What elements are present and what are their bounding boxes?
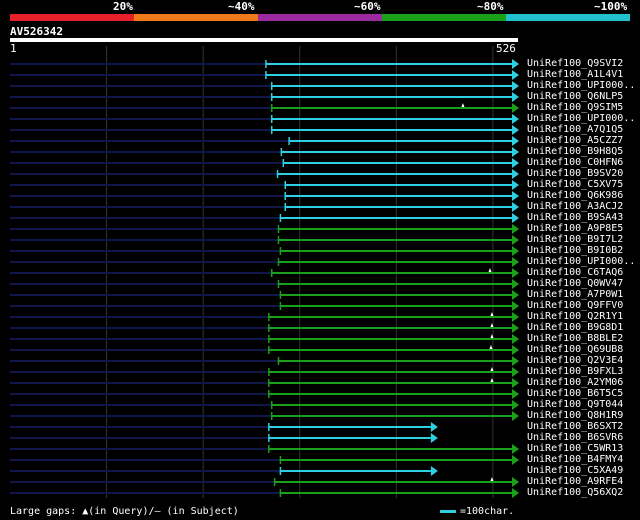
query-gap-marker (461, 103, 465, 107)
hit-label[interactable]: UniRef100_Q2R1Y1 (527, 311, 623, 322)
hit-arrow (512, 488, 519, 498)
hit-label[interactable]: UniRef100_Q0WV47 (527, 278, 623, 289)
hit-arrow (512, 125, 519, 135)
hit-label[interactable]: UniRef100_A7P0W1 (527, 289, 623, 300)
hit-label[interactable]: UniRef100_Q6K986 (527, 190, 623, 201)
hit-arrow (512, 246, 519, 256)
hit-label[interactable]: UniRef100_UPI000.. (527, 80, 635, 91)
hit-label[interactable]: UniRef100_C5XA49 (527, 465, 623, 476)
hit-label[interactable]: UniRef100_C0HFN6 (527, 157, 623, 168)
hit-arrow (512, 312, 519, 322)
hit-label[interactable]: UniRef100_Q6NLP5 (527, 91, 623, 102)
hit-label[interactable]: UniRef100_C5WR13 (527, 443, 623, 454)
hit-arrow (512, 356, 519, 366)
hit-arrow (512, 147, 519, 157)
hit-arrow (512, 213, 519, 223)
hit-arrow (512, 444, 519, 454)
hit-arrow (512, 367, 519, 377)
hit-label[interactable]: UniRef100_A9P8E5 (527, 223, 623, 234)
hit-label[interactable]: UniRef100_B9SA43 (527, 212, 623, 223)
hit-arrow (512, 191, 519, 201)
hit-label[interactable]: UniRef100_B9I0B2 (527, 245, 623, 256)
hit-arrow (430, 422, 438, 432)
hit-arrow (512, 345, 519, 355)
query-gap-marker (489, 345, 493, 349)
hit-label[interactable]: UniRef100_Q9SIM5 (527, 102, 623, 113)
hit-label[interactable]: UniRef100_A2YM06 (527, 377, 623, 388)
hit-label[interactable]: UniRef100_B8BLE2 (527, 333, 623, 344)
hit-label[interactable]: UniRef100_Q2V3E4 (527, 355, 623, 366)
hit-arrow (512, 389, 519, 399)
hit-arrow (512, 136, 519, 146)
hit-arrow (512, 202, 519, 212)
gaps-legend: Large gaps: ▲(in Query)/– (in Subject) (10, 506, 239, 517)
hit-arrow (512, 70, 519, 80)
hit-label[interactable]: UniRef100_A5CZZ7 (527, 135, 623, 146)
hit-arrow (512, 224, 519, 234)
hit-label[interactable]: UniRef100_A3ACJ2 (527, 201, 623, 212)
scale-label: =100char. (460, 506, 515, 517)
hit-label[interactable]: UniRef100_B6T5C5 (527, 388, 623, 399)
hit-arrow (512, 301, 519, 311)
hit-arrow (512, 477, 519, 487)
hit-label[interactable]: UniRef100_Q9T044 (527, 399, 623, 410)
hit-arrow (430, 433, 438, 443)
hit-label[interactable]: UniRef100_UPI000.. (527, 256, 635, 267)
hit-arrow (512, 290, 519, 300)
hit-label[interactable]: UniRef100_B9H8Q5 (527, 146, 623, 157)
hit-arrow (512, 59, 519, 69)
hit-arrow (512, 81, 519, 91)
hit-label[interactable]: UniRef100_Q69UB8 (527, 344, 623, 355)
hit-arrow (512, 411, 519, 421)
hit-label[interactable]: UniRef100_B9SV20 (527, 168, 623, 179)
hit-arrow (512, 334, 519, 344)
hit-arrow (512, 400, 519, 410)
hit-label[interactable]: UniRef100_B6SXT2 (527, 421, 623, 432)
hit-label[interactable]: UniRef100_A9RFE4 (527, 476, 623, 487)
hit-label[interactable]: UniRef100_Q56XQ2 (527, 487, 623, 498)
hit-arrow (512, 323, 519, 333)
query-gap-marker (488, 268, 492, 272)
hit-arrow (512, 169, 519, 179)
hit-arrow (512, 103, 519, 113)
hit-arrow (512, 180, 519, 190)
hit-arrow (512, 235, 519, 245)
hit-arrow (430, 466, 438, 476)
hit-arrow (512, 455, 519, 465)
hit-label[interactable]: UniRef100_UPI000.. (527, 113, 635, 124)
hit-arrow (512, 257, 519, 267)
hit-arrow (512, 279, 519, 289)
hit-label[interactable]: UniRef100_Q8H1R9 (527, 410, 623, 421)
hit-label[interactable]: UniRef100_B4FMY4 (527, 454, 623, 465)
hit-label[interactable]: UniRef100_C6TAQ6 (527, 267, 623, 278)
hit-label[interactable]: UniRef100_A7Q1Q5 (527, 124, 623, 135)
hit-label[interactable]: UniRef100_Q9FFV0 (527, 300, 623, 311)
hit-label[interactable]: UniRef100_B6SVR6 (527, 432, 623, 443)
hit-arrow (512, 158, 519, 168)
hit-arrow (512, 92, 519, 102)
hit-label[interactable]: UniRef100_Q9SVI2 (527, 58, 623, 69)
hit-arrow (512, 268, 519, 278)
hit-arrow (512, 378, 519, 388)
scale-bar (440, 510, 456, 513)
hit-label[interactable]: UniRef100_A1L4V1 (527, 69, 623, 80)
hit-label[interactable]: UniRef100_B9I7L2 (527, 234, 623, 245)
hit-label[interactable]: UniRef100_B9FXL3 (527, 366, 623, 377)
hit-arrow (512, 114, 519, 124)
hit-label[interactable]: UniRef100_B9G8D1 (527, 322, 623, 333)
hit-label[interactable]: UniRef100_C5XV75 (527, 179, 623, 190)
scale-legend: =100char. (440, 506, 514, 517)
